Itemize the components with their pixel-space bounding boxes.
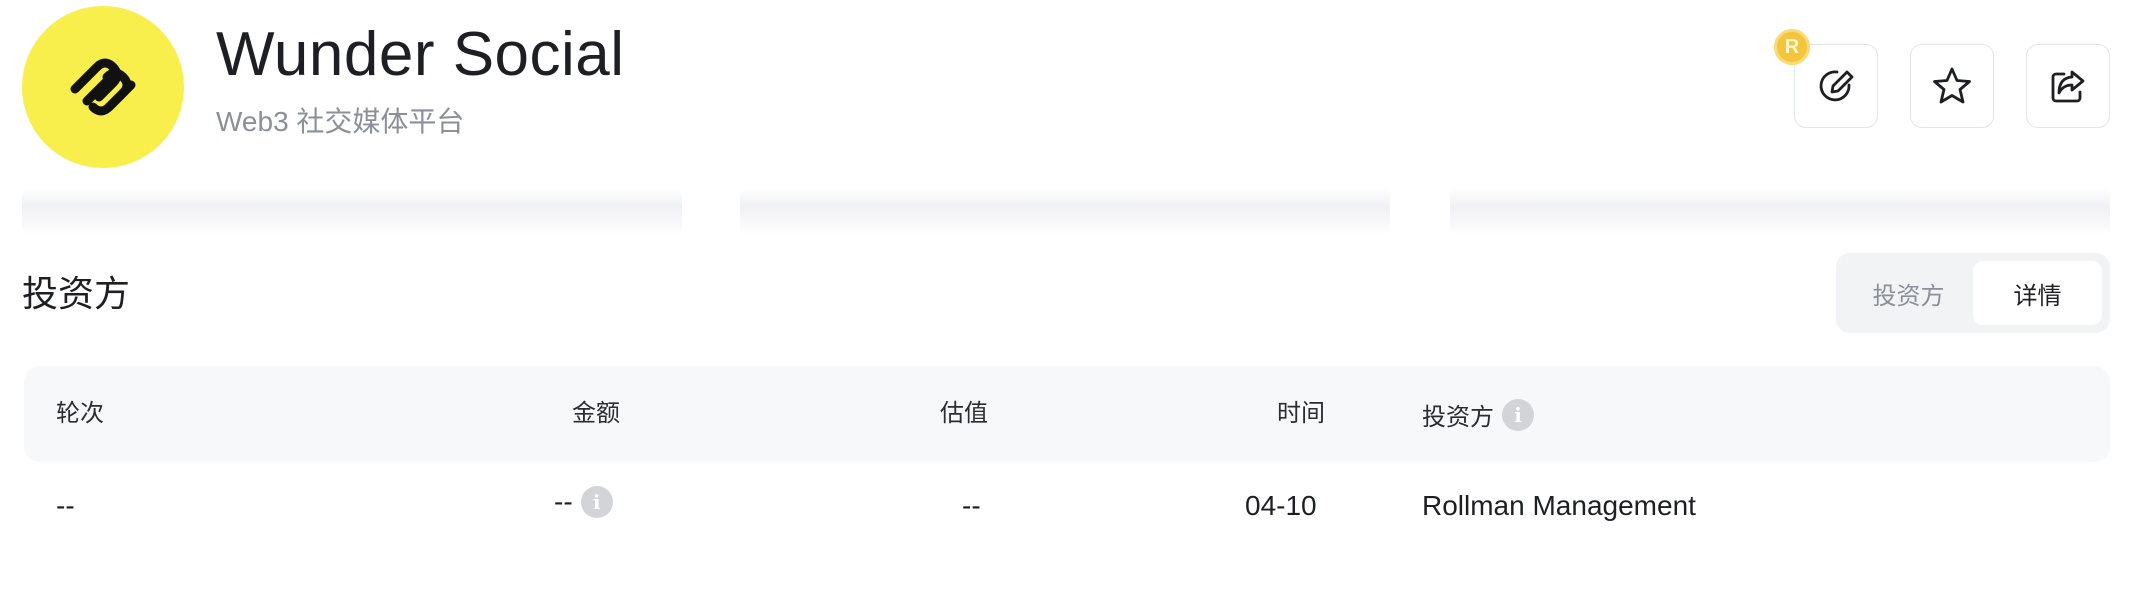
faded-card xyxy=(22,188,682,236)
edit-pen-icon xyxy=(1819,70,1854,102)
share-button[interactable] xyxy=(2026,44,2110,128)
toggle-investors[interactable]: 投资方 xyxy=(1844,261,1973,325)
cell-round: -- xyxy=(56,490,75,521)
column-header-round: 轮次 xyxy=(56,400,104,427)
project-page: Wunder Social Web3 社交媒体平台 R 投资方 投资方 详情 轮 xyxy=(0,0,2133,603)
table-header-row xyxy=(24,366,2110,462)
cell-valuation: -- xyxy=(962,490,981,521)
link-chain-logo-icon xyxy=(70,58,136,116)
favorite-button[interactable] xyxy=(1910,44,1994,128)
column-header-investor-wrap: 投资方 i xyxy=(1422,397,1534,432)
cell-investor[interactable]: Rollman Management xyxy=(1422,492,1696,520)
view-toggle: 投资方 详情 xyxy=(1836,253,2110,333)
cell-time: 04-10 xyxy=(1245,490,1317,521)
column-header-amount: 金额 xyxy=(572,400,620,427)
cell-amount-wrap: -- i xyxy=(554,486,613,518)
project-logo xyxy=(22,6,184,168)
faded-card xyxy=(1450,188,2110,236)
coin-badge: R xyxy=(1774,29,1810,65)
column-header-time: 时间 xyxy=(1277,400,1325,427)
project-title: Wunder Social xyxy=(216,20,625,89)
column-header-investor: 投资方 xyxy=(1422,404,1494,431)
toggle-details[interactable]: 详情 xyxy=(1973,261,2102,325)
share-icon xyxy=(2051,70,2085,103)
info-icon[interactable]: i xyxy=(1502,398,1534,431)
faded-card xyxy=(740,188,1390,236)
cell-amount: -- xyxy=(554,486,573,517)
section-title: 投资方 xyxy=(22,273,131,314)
column-header-valuation: 估值 xyxy=(940,400,988,427)
info-icon[interactable]: i xyxy=(580,486,613,518)
project-subtitle: Web3 社交媒体平台 xyxy=(216,106,465,137)
star-icon xyxy=(1933,67,1971,104)
